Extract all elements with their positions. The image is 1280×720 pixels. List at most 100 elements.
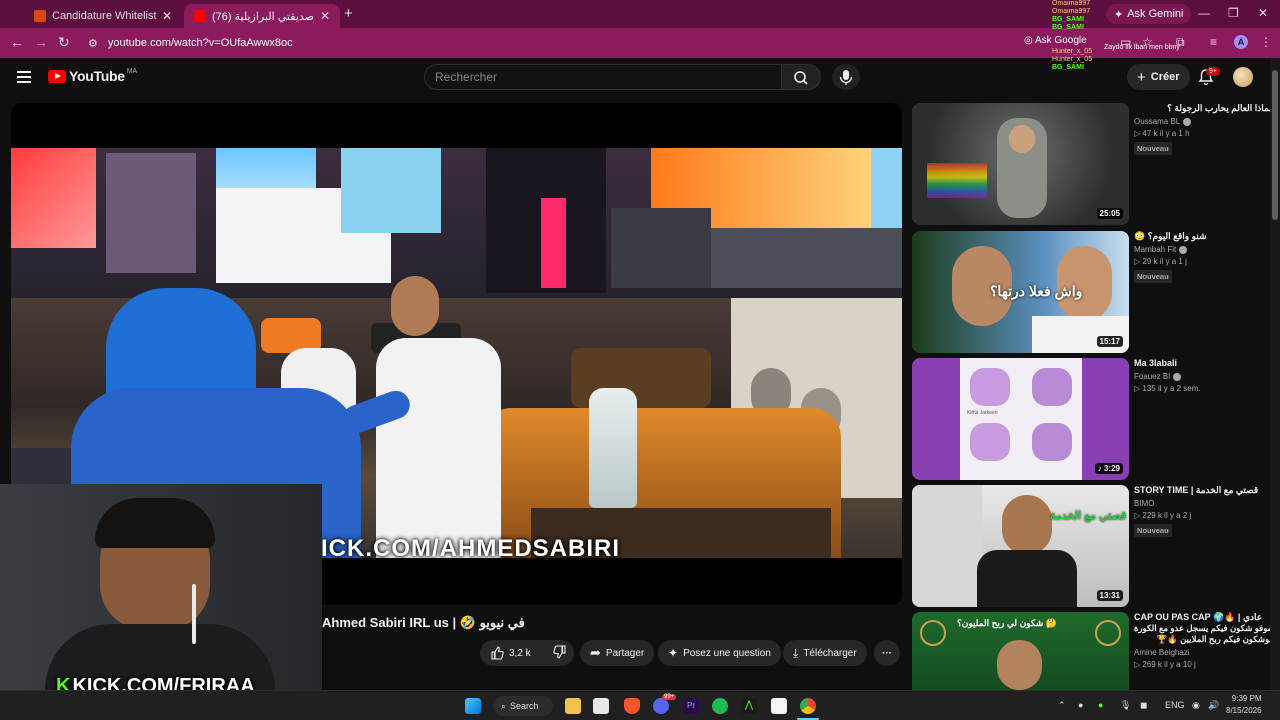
recommendation-title[interactable]: CAP OU PAS CAP 🌍🔥 | عادي: [1134, 612, 1272, 623]
ask-question-button[interactable]: ✦ Posez une question: [658, 640, 781, 666]
hamburger-menu-icon[interactable]: [17, 71, 31, 83]
recommendation-card[interactable]: Kima Jarkeen ♪ 3:29 Ma 3labali Foauez Bl…: [912, 358, 1272, 480]
video-thumbnail[interactable]: واش فعلا درتها؟ 15:17: [912, 231, 1129, 353]
download-button[interactable]: ⤓ Télécharger: [783, 640, 867, 666]
close-icon[interactable]: ✕: [162, 9, 172, 23]
recommendation-card[interactable]: قصتي مع الخدمة 13:31 STORY TIME | قصتي م…: [912, 485, 1272, 607]
maximize-button[interactable]: ❐: [1228, 6, 1239, 20]
tab-youtube[interactable]: (76) خرجت أنا وصديقتي البرازيلية ✕: [184, 4, 340, 28]
reload-icon[interactable]: ↻: [58, 34, 70, 51]
discord-icon[interactable]: [653, 698, 669, 714]
chat-user: Omaima997: [1052, 8, 1091, 15]
share-icon: ➦: [590, 645, 601, 660]
sparkle-icon: ✦: [668, 646, 679, 660]
verified-icon: [1179, 245, 1188, 254]
start-icon[interactable]: [465, 698, 481, 714]
thumbnail-text: قصتي مع الخدمة: [1050, 510, 1127, 522]
app-icon[interactable]: ⋀: [741, 698, 757, 714]
app-icon[interactable]: [593, 698, 609, 714]
url-bar[interactable]: ⚙ youtube.com/watch?v=OUfaAwwx8oc: [80, 31, 1100, 55]
recommendation-card[interactable]: واش فعلا درتها؟ 15:17 😳 شنو واقع اليوم؟ …: [912, 231, 1272, 353]
brave-icon[interactable]: [624, 698, 640, 714]
channel-name[interactable]: Oussama BL: [1134, 117, 1272, 126]
youtube-header: YouTube MA Rechercher + Créer 9+: [0, 58, 1270, 98]
verified-icon: [1183, 117, 1192, 126]
video-stats: ▷ 135 il y a 2 sem.: [1134, 384, 1201, 393]
premiere-icon[interactable]: Pr: [683, 698, 699, 714]
create-button[interactable]: + Créer: [1127, 64, 1190, 90]
volume-icon[interactable]: 🔊: [1208, 700, 1219, 711]
scrollbar-thumb[interactable]: [1272, 70, 1278, 220]
video-stats: ▷ 269 k il y a 10 j: [1134, 660, 1196, 669]
menu-icon[interactable]: ⋮: [1260, 35, 1272, 49]
thumbs-up-icon: [491, 646, 504, 660]
close-icon[interactable]: ✕: [320, 9, 330, 23]
chrome-icon[interactable]: [800, 698, 816, 714]
plus-icon: +: [1137, 68, 1146, 86]
video-duration: 13:31: [1096, 590, 1123, 601]
youtube-logo[interactable]: YouTube MA: [48, 68, 137, 84]
file-explorer-icon[interactable]: [565, 698, 581, 714]
clock[interactable]: 9:39 PM 8/15/2026: [1226, 693, 1262, 717]
channel-name[interactable]: Amine Beighazi: [1134, 648, 1272, 657]
youtube-play-icon: [48, 69, 66, 83]
search-icon: [794, 71, 808, 85]
close-window-button[interactable]: ✕: [1258, 6, 1268, 20]
dislike-button[interactable]: [552, 644, 567, 662]
recommendation-title[interactable]: Ma 3labali: [1134, 358, 1272, 369]
video-stats: ▷ 229 k il y a 2 j: [1134, 511, 1192, 520]
channel-name[interactable]: Mambah Fit: [1134, 245, 1272, 254]
new-badge: Nouveau: [1134, 524, 1172, 537]
recommendation-title[interactable]: لماذا العالم يحارب الرجولة ؟: [1134, 103, 1272, 114]
more-actions-button[interactable]: ···: [874, 640, 900, 666]
new-badge: Nouveau: [1134, 270, 1172, 283]
microphone-icon: [839, 70, 853, 85]
video-duration: 25:05: [1096, 208, 1123, 219]
network-icon[interactable]: ◉: [1192, 700, 1200, 711]
account-avatar[interactable]: [1233, 67, 1253, 87]
video-thumbnail[interactable]: 25:05: [912, 103, 1129, 225]
video-thumbnail[interactable]: قصتي مع الخدمة 13:31: [912, 485, 1129, 607]
like-button[interactable]: 3,2 k: [490, 646, 531, 660]
site-info-icon[interactable]: ⚙: [88, 37, 98, 50]
recommendation-card[interactable]: 25:05 لماذا العالم يحارب الرجولة ؟ Oussa…: [912, 103, 1272, 225]
channel-name[interactable]: BIMO: [1134, 499, 1272, 508]
tray-overflow-icon[interactable]: ⌃: [1058, 700, 1066, 711]
tray-app-icon[interactable]: ●: [1098, 700, 1103, 710]
recommendation-title[interactable]: 😳 شنو واقع اليوم؟: [1134, 231, 1272, 242]
back-icon[interactable]: ←: [10, 34, 24, 50]
microphone-icon[interactable]: 🎙: [1120, 700, 1131, 711]
taskbar-search[interactable]: ⌕ Search: [493, 696, 553, 716]
tray-app-icon[interactable]: ●: [1078, 700, 1083, 710]
language-indicator[interactable]: ENG: [1165, 700, 1185, 710]
video-thumbnail[interactable]: شكون لي ربح المليون؟ 🤔: [912, 612, 1129, 690]
recommendation-meta: Ma 3labali Foauez Bl ▷ 135 il y a 2 sem.: [1134, 358, 1272, 393]
download-icon: ⤓: [793, 645, 799, 660]
reading-list-icon[interactable]: ≡: [1210, 35, 1217, 49]
screen: Candidature Whitelist - Bobony ✕ (76) خر…: [0, 0, 1280, 720]
share-button[interactable]: ➦ Partager: [580, 640, 655, 666]
chat-message: Zaydo lik lban men bbny: [1104, 44, 1180, 51]
recommendation-title[interactable]: STORY TIME | قصتي مع الخدمة: [1134, 485, 1272, 496]
tab-candidature[interactable]: Candidature Whitelist - Bobony ✕: [24, 4, 182, 28]
video-thumbnail[interactable]: Kima Jarkeen ♪ 3:29: [912, 358, 1129, 480]
tray-app-icon[interactable]: ◼: [1140, 700, 1147, 711]
video-stats: ▷ 29 k il y a 1 j: [1134, 257, 1187, 266]
spotify-icon[interactable]: [712, 698, 728, 714]
notepad-icon[interactable]: [771, 698, 787, 714]
search-icon: ⌕: [501, 700, 507, 711]
chat-user: BG_SAMI: [1052, 16, 1084, 23]
forward-icon[interactable]: →: [34, 34, 48, 50]
minimize-button[interactable]: —: [1198, 6, 1210, 20]
voice-search-button[interactable]: [832, 64, 860, 90]
page-scrollbar[interactable]: [1270, 58, 1280, 690]
new-tab-button[interactable]: +: [344, 5, 353, 22]
search-button[interactable]: [781, 64, 821, 90]
like-dislike-group: 3,2 k: [480, 640, 574, 666]
channel-name[interactable]: Foauez Bl: [1134, 372, 1272, 381]
search-input[interactable]: Rechercher: [424, 64, 782, 90]
profile-avatar[interactable]: A: [1234, 35, 1248, 49]
recommendation-card[interactable]: شكون لي ربح المليون؟ 🤔 CAP OU PAS CAP 🌍🔥…: [912, 612, 1272, 690]
google-lens-icon: ◎: [1024, 35, 1033, 46]
thumbs-down-icon: [552, 644, 566, 659]
